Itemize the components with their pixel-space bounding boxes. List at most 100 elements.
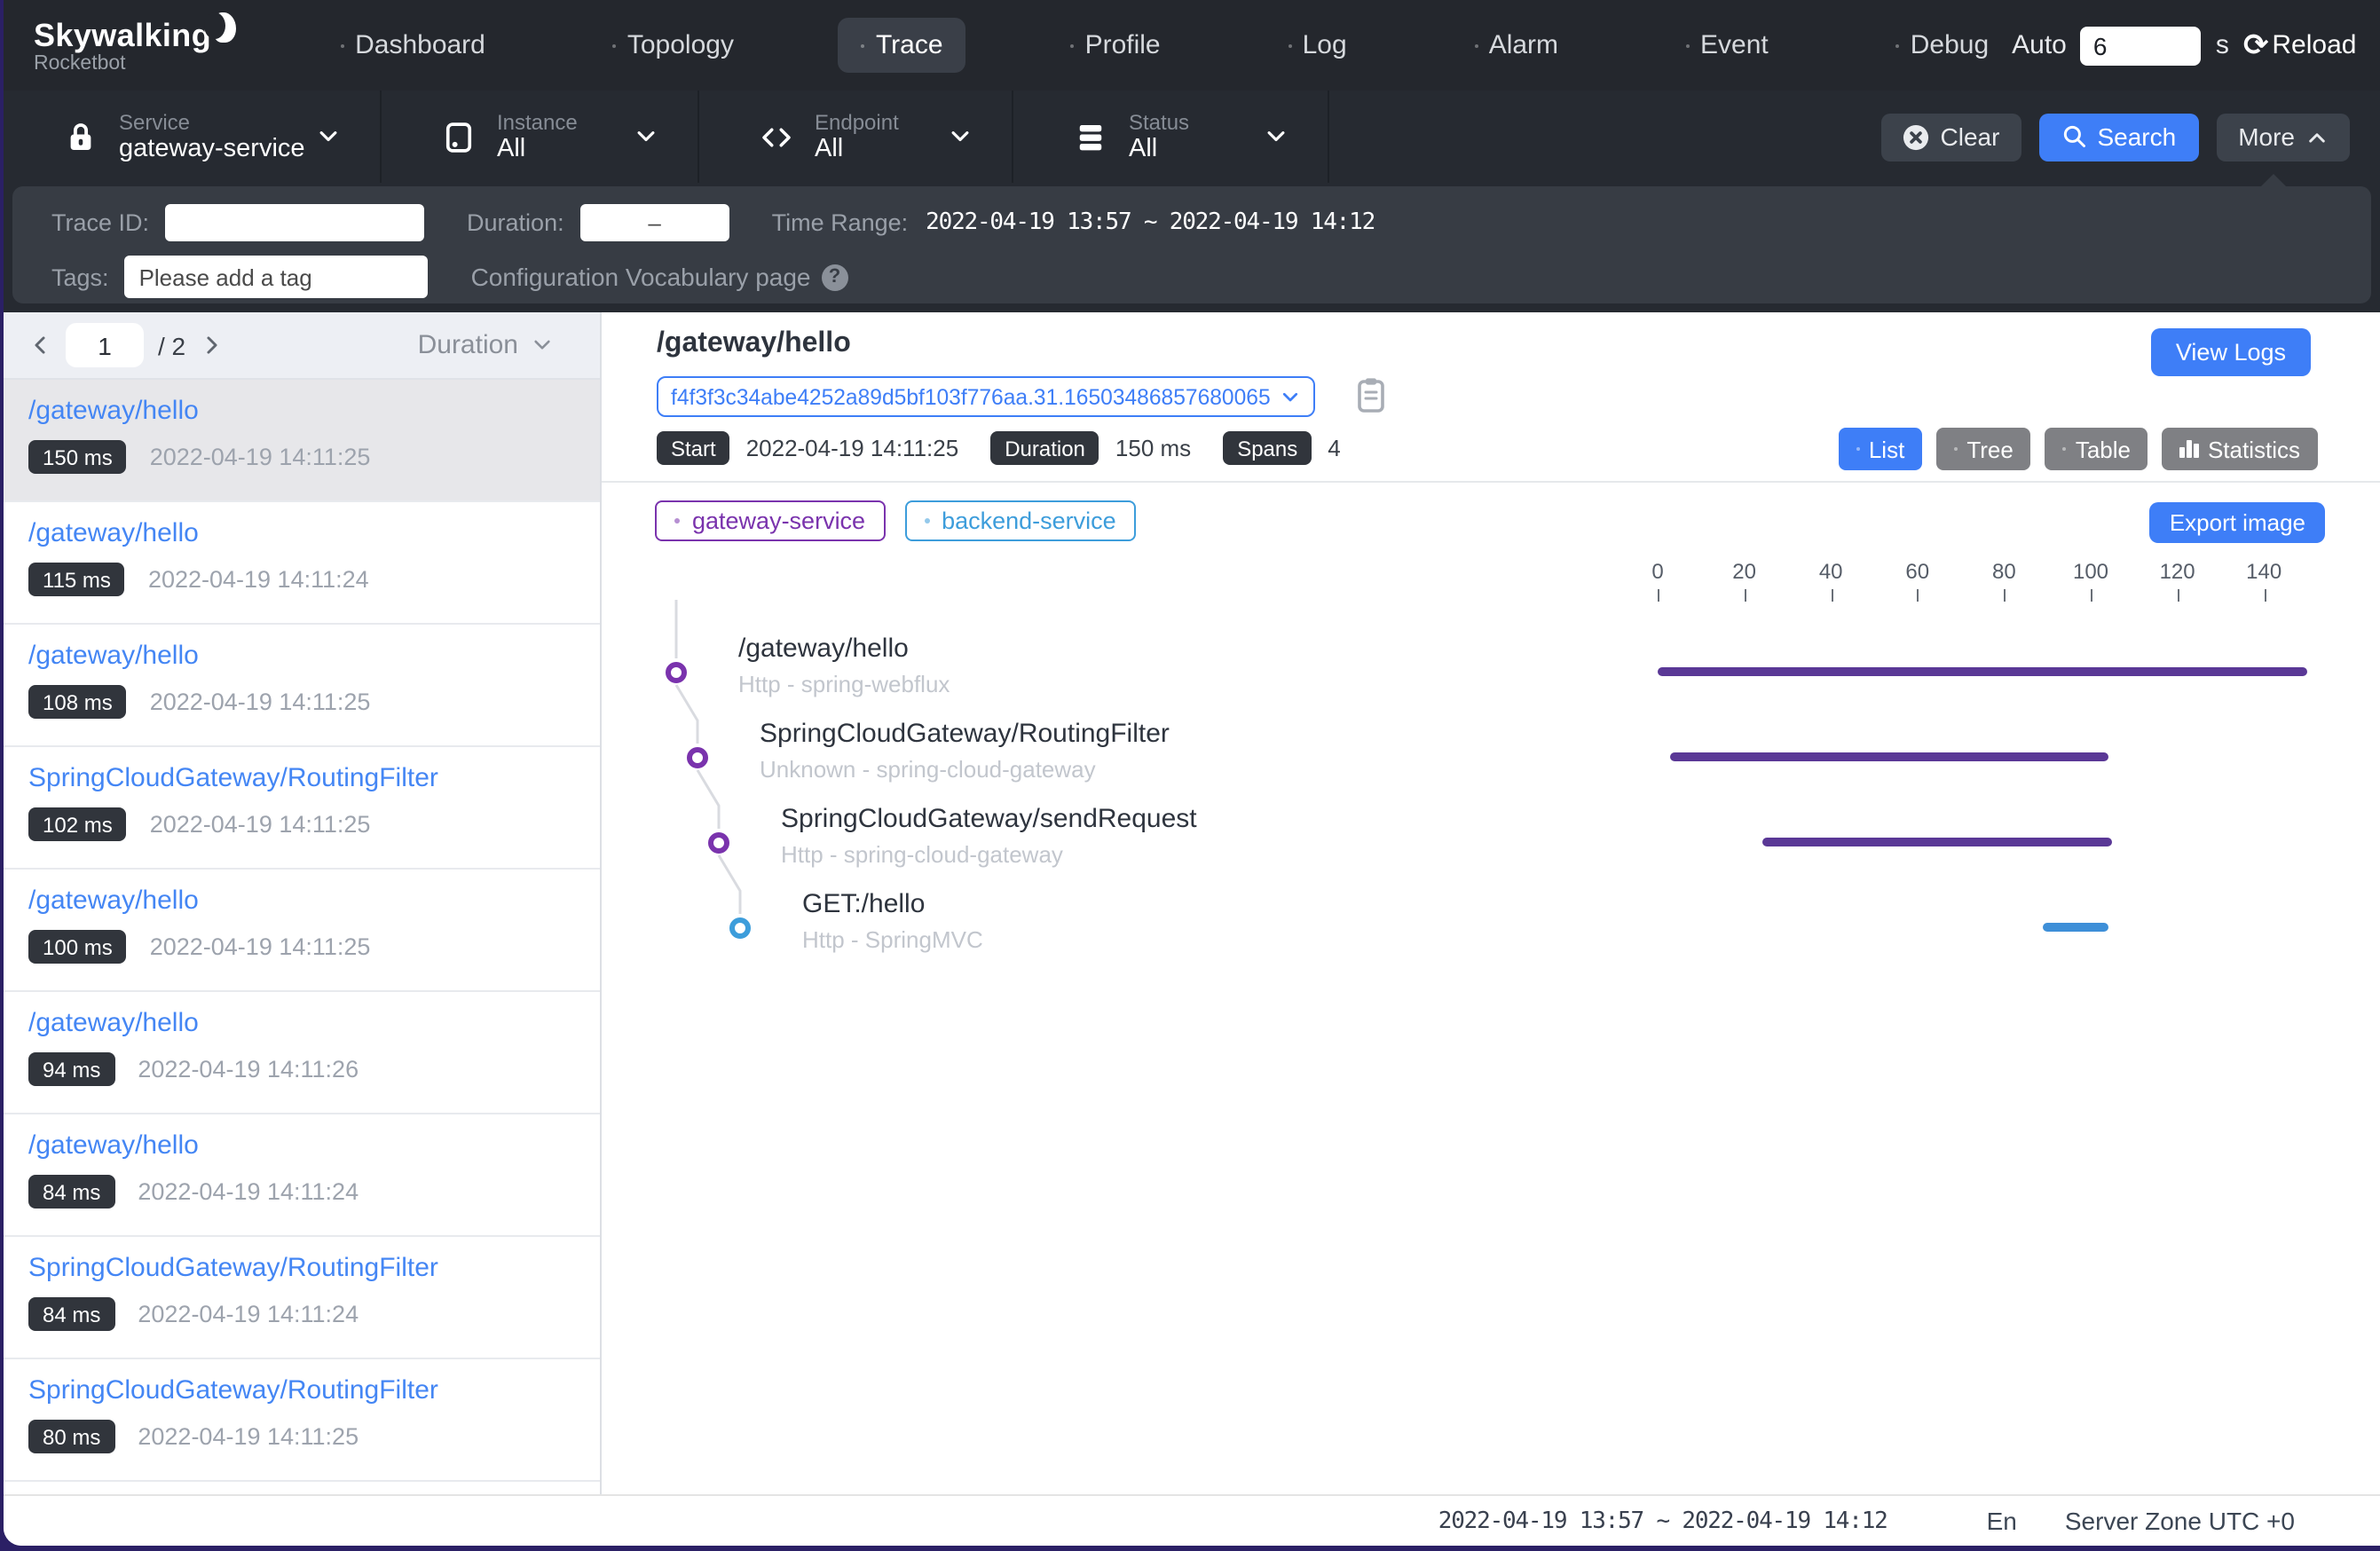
prev-page-icon[interactable] <box>28 334 51 357</box>
nav-item-profile[interactable]: Profile <box>1048 18 1184 73</box>
legend-chip-backend-service[interactable]: backend-service <box>904 500 1136 541</box>
vocabulary-link[interactable]: Configuration Vocabulary page ? <box>471 263 848 291</box>
trace-list-item[interactable]: /gateway/hello100 ms2022-04-19 14:11:25 <box>4 870 600 992</box>
time-range-value[interactable]: 2022-04-19 13:57 ~ 2022-04-19 14:12 <box>926 209 1375 235</box>
auto-unit: s <box>2216 30 2229 60</box>
mode-dot-icon <box>1856 447 1860 451</box>
nav-item-trace[interactable]: Trace <box>839 18 966 73</box>
server-zone[interactable]: Server Zone UTC +0 <box>2065 1507 2295 1535</box>
trace-list-item[interactable]: SpringCloudGateway/RoutingFilter78 ms202… <box>4 1482 600 1494</box>
mode-list-button[interactable]: List <box>1839 428 1922 470</box>
footer-time-range[interactable]: 2022-04-19 13:57 ~ 2022-04-19 14:12 <box>1438 1508 1887 1534</box>
trace-id-select[interactable]: f4f3f3c34abe4252a89d5bf103f776aa.31.1650… <box>657 376 1315 417</box>
sort-dropdown[interactable]: Duration <box>418 330 554 360</box>
trace-id-input[interactable] <box>165 203 424 240</box>
language-switch[interactable]: En <box>1987 1507 2017 1535</box>
trace-item-title[interactable]: SpringCloudGateway/RoutingFilter <box>28 763 575 793</box>
trace-item-title[interactable]: SpringCloudGateway/RoutingFilter <box>28 1375 575 1405</box>
span-duration-bar[interactable] <box>2043 923 2108 932</box>
span-node[interactable] <box>708 832 729 854</box>
filter-instance-dropdown[interactable]: InstanceAll <box>382 91 699 183</box>
filter-service-dropdown[interactable]: Servicegateway-service <box>4 91 382 183</box>
nav-item-topology[interactable]: Topology <box>590 18 757 73</box>
page-number-input[interactable] <box>66 323 144 367</box>
auto-interval-input[interactable] <box>2081 26 2202 65</box>
clear-button[interactable]: Clear <box>1882 113 2021 161</box>
span-name[interactable]: SpringCloudGateway/RoutingFilter <box>760 719 1170 749</box>
duration-badge: Duration <box>990 431 1099 465</box>
trace-list-item[interactable]: SpringCloudGateway/RoutingFilter84 ms202… <box>4 1237 600 1359</box>
trace-item-title[interactable]: /gateway/hello <box>28 1008 575 1038</box>
span-node[interactable] <box>666 662 687 683</box>
logo-subtitle: Rocketbot <box>34 52 236 74</box>
legend-dot-icon <box>674 518 680 524</box>
next-page-icon[interactable] <box>200 334 223 357</box>
nav-dot-icon <box>1289 43 1292 47</box>
more-button[interactable]: More <box>2217 113 2350 161</box>
trace-timestamp: 2022-04-19 14:11:25 <box>150 811 371 838</box>
export-image-button[interactable]: Export image <box>2150 502 2325 543</box>
nav-dot-icon <box>1071 43 1075 47</box>
filter-status-dropdown[interactable]: StatusAll <box>1013 91 1329 183</box>
trace-list-item[interactable]: /gateway/hello94 ms2022-04-19 14:11:26 <box>4 992 600 1114</box>
mode-tree-button[interactable]: Tree <box>1936 428 2031 470</box>
trace-item-title[interactable]: /gateway/hello <box>28 1130 575 1161</box>
search-button[interactable]: Search <box>2038 113 2199 161</box>
span-name[interactable]: SpringCloudGateway/sendRequest <box>781 804 1197 834</box>
pagination-bar: / 2 Duration <box>4 312 600 380</box>
nav-item-event[interactable]: Event <box>1663 18 1792 73</box>
filter-endpoint-dropdown[interactable]: EndpointAll <box>699 91 1013 183</box>
help-question-icon[interactable]: ? <box>822 264 848 290</box>
trace-list-item[interactable]: /gateway/hello84 ms2022-04-19 14:11:24 <box>4 1114 600 1237</box>
spans-badge: Spans <box>1223 431 1312 465</box>
copy-clipboard-icon[interactable] <box>1356 376 1386 413</box>
trace-list-item[interactable]: SpringCloudGateway/RoutingFilter80 ms202… <box>4 1359 600 1482</box>
trace-list-item[interactable]: /gateway/hello115 ms2022-04-19 14:11:24 <box>4 502 600 625</box>
trace-list-item[interactable]: /gateway/hello150 ms2022-04-19 14:11:25 <box>4 380 600 502</box>
trace-timestamp: 2022-04-19 14:11:25 <box>138 1423 359 1450</box>
trace-list-item[interactable]: SpringCloudGateway/RoutingFilter 102 ms 20… <box>4 747 600 870</box>
duration-input[interactable] <box>580 203 729 240</box>
nav-item-debug[interactable]: Debug <box>1873 18 2012 73</box>
span-duration-bar[interactable] <box>1671 752 2108 761</box>
duration-value: 150 ms <box>1115 435 1191 461</box>
mode-table-button[interactable]: Table <box>2045 428 2148 470</box>
span-name[interactable]: /gateway/hello <box>738 634 909 664</box>
trace-item-title[interactable]: SpringCloudGateway/RoutingFilter <box>28 1253 575 1283</box>
trace-list: /gateway/hello150 ms2022-04-19 14:11:25/… <box>4 380 600 1494</box>
spans-value: 4 <box>1328 435 1340 461</box>
span-node[interactable] <box>729 917 751 939</box>
trace-item-title[interactable]: /gateway/hello <box>28 886 575 916</box>
trace-duration-badge: 102 ms <box>28 807 127 841</box>
chevron-down-icon <box>316 124 341 149</box>
view-mode-buttons: List Tree Table Statistics <box>1839 428 2318 470</box>
span-duration-bar[interactable] <box>1761 838 2112 846</box>
nav-item-dashboard[interactable]: Dashboard <box>318 18 508 73</box>
trace-timestamp: 2022-04-19 14:11:24 <box>148 566 369 593</box>
nav-right: Auto s ⟳ Reload <box>2012 26 2356 65</box>
span-name[interactable]: GET:/hello <box>802 889 925 919</box>
span-node[interactable] <box>687 747 708 768</box>
mode-statistics-button[interactable]: Statistics <box>2163 428 2318 470</box>
top-nav: Skywalking Rocketbot DashboardTopologyTr… <box>4 0 2380 91</box>
tags-input[interactable] <box>125 256 429 298</box>
span-duration-bar[interactable] <box>1658 667 2307 676</box>
legend-chip-gateway-service[interactable]: gateway-service <box>655 500 885 541</box>
trace-item-title[interactable]: /gateway/hello <box>28 641 575 671</box>
trace-item-title[interactable]: /gateway/hello <box>28 396 575 426</box>
time-range-label: Time Range: <box>772 209 909 235</box>
axis-tick-label: 100 <box>2059 559 2123 584</box>
nav-item-alarm[interactable]: Alarm <box>1452 18 1581 73</box>
trace-detail-panel: /gateway/hello View Logs f4f3f3c34abe425… <box>602 312 2380 1494</box>
more-row-1: Trace ID: Duration: Time Range: 2022-04-… <box>51 202 2332 241</box>
trace-list-item[interactable]: /gateway/hello108 ms2022-04-19 14:11:25 <box>4 625 600 747</box>
view-logs-button[interactable]: View Logs <box>2151 328 2311 376</box>
reload-button[interactable]: ⟳ Reload <box>2243 30 2357 60</box>
filter-label: Status <box>1129 109 1264 134</box>
trace-item-title[interactable]: /gateway/hello <box>28 518 575 548</box>
trace-duration-badge: 100 ms <box>28 930 127 964</box>
nav-item-log[interactable]: Log <box>1265 18 1370 73</box>
axis-tick-label: 140 <box>2232 559 2296 584</box>
trace-timestamp: 2022-04-19 14:11:24 <box>138 1301 359 1327</box>
app-window: Skywalking Rocketbot DashboardTopologyTr… <box>4 0 2380 1546</box>
